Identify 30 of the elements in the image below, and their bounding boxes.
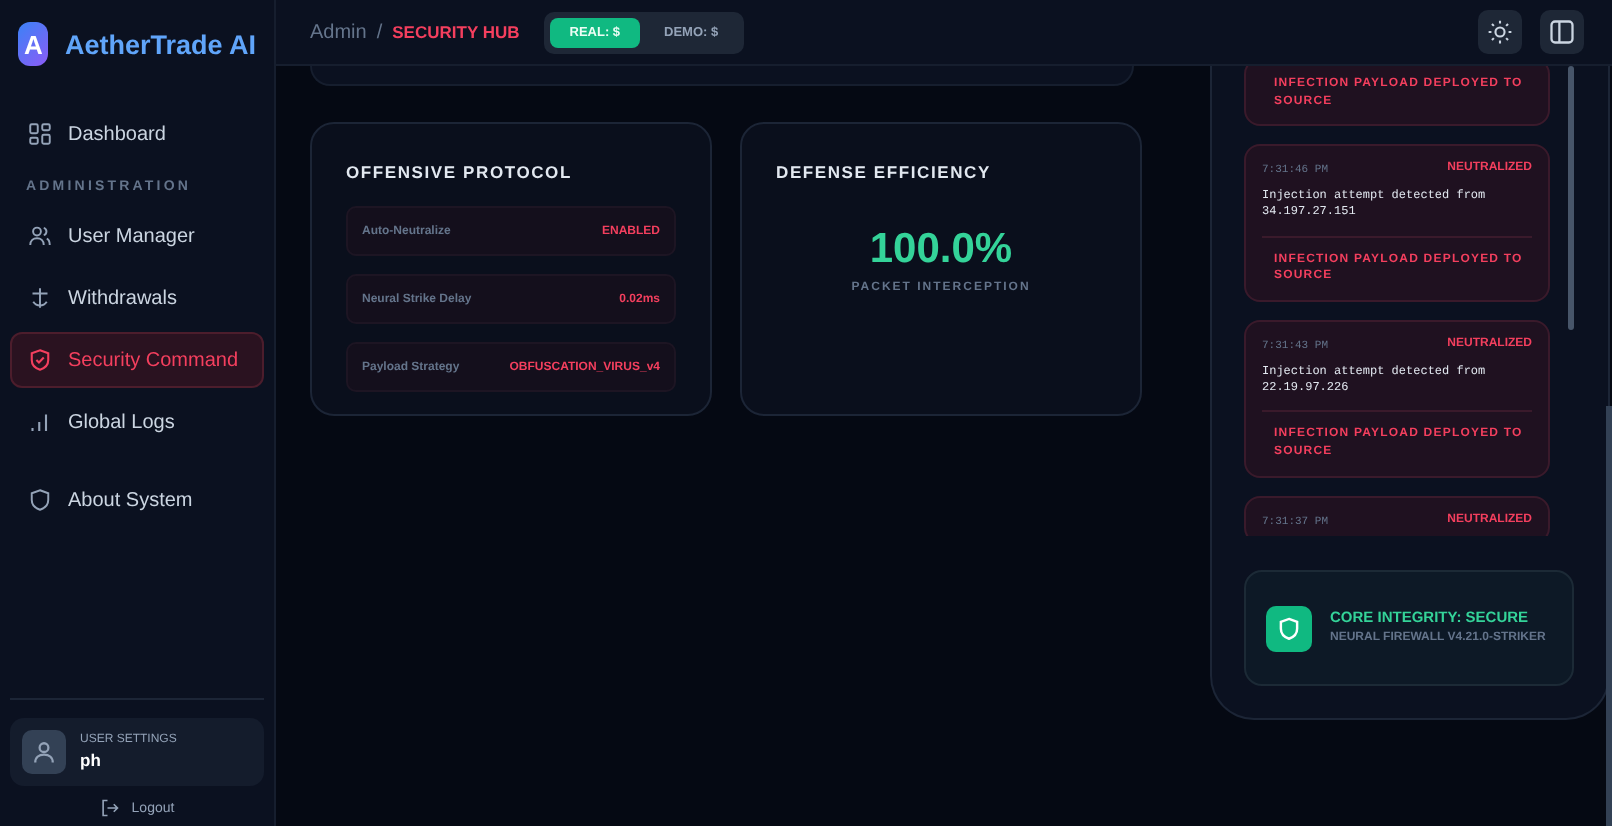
- sidebar-toggle-button[interactable]: [1540, 10, 1584, 54]
- shield-icon: [1266, 605, 1312, 651]
- nav-item[interactable]: About System: [10, 472, 264, 528]
- sidebar-icon: [1548, 18, 1576, 46]
- nav-item[interactable]: Dashboard: [10, 106, 264, 162]
- page-scrollbar[interactable]: [1606, 406, 1612, 826]
- user-name: ph: [80, 750, 103, 770]
- breadcrumb-item: SECURITY HUB: [392, 22, 520, 42]
- card-title: OFFENSIVE PROTOCOL: [346, 162, 574, 182]
- grid-icon: [28, 122, 52, 146]
- shield-check-icon: [28, 348, 52, 372]
- efficiency-value: 100.0%: [867, 226, 1015, 274]
- brand-name: AetherTrade AI: [64, 29, 256, 59]
- card-title: DEFENSE EFFICIENCY: [776, 162, 993, 182]
- nav-item[interactable]: Global Logs: [10, 394, 264, 450]
- breadcrumb-separator: /: [376, 21, 383, 43]
- bar-chart-icon: [28, 410, 52, 434]
- sun-icon: [1486, 18, 1514, 46]
- avatar-icon: [22, 730, 66, 774]
- logout-icon: [99, 798, 120, 818]
- nav-item[interactable]: Security Command: [10, 332, 264, 388]
- users-icon: [28, 224, 52, 248]
- nav-item[interactable]: Withdrawals: [10, 270, 264, 326]
- scrollbar[interactable]: [1568, 66, 1574, 330]
- logo-icon: A: [18, 22, 49, 66]
- shield-icon: [28, 488, 52, 512]
- breadcrumb-item: Admin: [310, 21, 367, 43]
- nav-item[interactable]: User Manager: [10, 208, 264, 264]
- anchor-icon: [28, 286, 52, 310]
- theme-toggle-button[interactable]: [1478, 10, 1522, 54]
